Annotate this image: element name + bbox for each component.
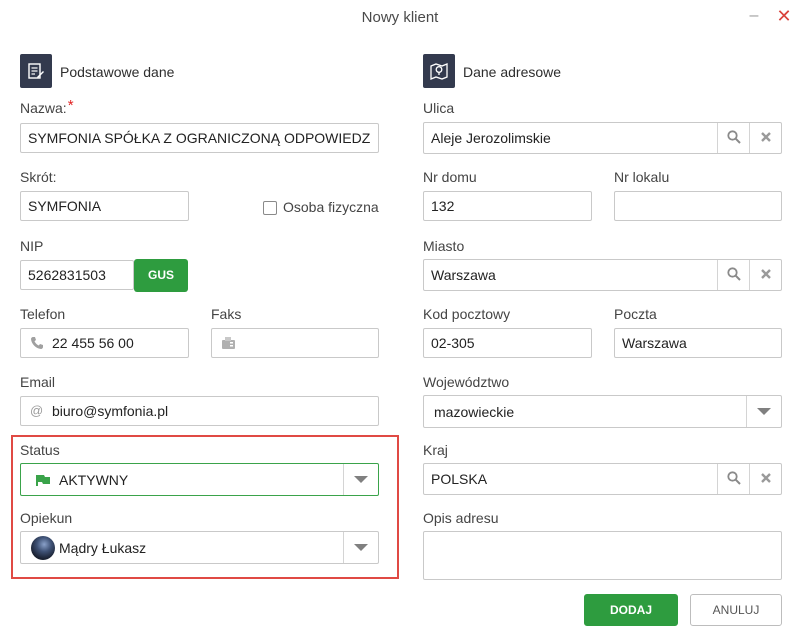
- guardian-value: Mądry Łukasz: [59, 540, 147, 556]
- city-clear-button[interactable]: [749, 260, 781, 290]
- fax-label: Faks: [211, 306, 242, 322]
- country-input[interactable]: [424, 464, 717, 494]
- flag-icon: [36, 475, 50, 486]
- voivodeship-dropdown[interactable]: mazowieckie: [423, 395, 782, 428]
- country-clear-button[interactable]: [749, 464, 781, 494]
- nip-field[interactable]: [20, 260, 134, 290]
- nip-label: NIP: [20, 238, 44, 254]
- status-label: Status: [20, 442, 60, 458]
- short-input[interactable]: [21, 192, 188, 220]
- post-office-field[interactable]: [614, 328, 782, 358]
- guardian-dropdown-toggle[interactable]: [343, 532, 378, 563]
- voivodeship-label: Województwo: [423, 374, 510, 390]
- search-icon: [727, 130, 741, 144]
- city-label: Miasto: [423, 238, 465, 254]
- street-clear-button[interactable]: [749, 123, 781, 153]
- apartment-no-field[interactable]: [614, 191, 782, 221]
- email-label: Email: [20, 374, 56, 390]
- required-asterisk: *: [67, 97, 74, 114]
- map-pin-icon: [423, 54, 455, 88]
- guardian-label: Opiekun: [20, 510, 73, 526]
- email-input[interactable]: [21, 397, 378, 425]
- name-label-text: Nazwa:: [20, 100, 67, 116]
- address-description-input[interactable]: [423, 531, 782, 580]
- country-field[interactable]: [423, 463, 782, 495]
- fax-field[interactable]: [211, 328, 379, 358]
- search-icon: [727, 267, 741, 281]
- minimize-button[interactable]: –: [744, 6, 764, 26]
- close-icon: [761, 132, 771, 142]
- phone-input[interactable]: [21, 329, 188, 357]
- guardian-dropdown[interactable]: Mądry Łukasz: [20, 531, 379, 564]
- checkbox-box[interactable]: [263, 201, 277, 215]
- postal-code-input[interactable]: [424, 329, 591, 357]
- post-office-label: Poczta: [614, 306, 657, 322]
- apartment-no-input[interactable]: [615, 192, 781, 220]
- postal-code-field[interactable]: [423, 328, 592, 358]
- apartment-no-label: Nr lokalu: [614, 169, 670, 185]
- name-label: Nazwa:*: [20, 97, 74, 117]
- email-field[interactable]: @: [20, 396, 379, 426]
- chevron-down-icon: [354, 544, 368, 551]
- fax-input[interactable]: [212, 329, 378, 357]
- house-no-label: Nr domu: [423, 169, 477, 185]
- name-input[interactable]: [21, 124, 378, 152]
- section-basic-header: Podstawowe dane: [20, 54, 220, 88]
- country-label: Kraj: [423, 442, 448, 458]
- search-icon: [727, 471, 741, 485]
- street-search-button[interactable]: [717, 123, 750, 153]
- section-address-title: Dane adresowe: [463, 64, 562, 80]
- cancel-button[interactable]: ANULUJ: [690, 594, 782, 626]
- chevron-down-icon: [757, 408, 771, 415]
- postal-code-label: Kod pocztowy: [423, 306, 511, 322]
- natural-person-checkbox[interactable]: Osoba fizyczna: [263, 199, 383, 217]
- close-button[interactable]: ✕: [774, 6, 794, 26]
- document-edit-icon: [20, 54, 52, 88]
- gus-button[interactable]: GUS: [134, 259, 188, 292]
- close-icon: [761, 269, 771, 279]
- status-dropdown-toggle[interactable]: [343, 464, 378, 495]
- street-label: Ulica: [423, 100, 455, 116]
- post-office-input[interactable]: [615, 329, 781, 357]
- house-no-input[interactable]: [424, 192, 591, 220]
- voivodeship-dropdown-toggle[interactable]: [746, 396, 781, 427]
- house-no-field[interactable]: [423, 191, 592, 221]
- window-title: Nowy klient: [361, 9, 439, 26]
- country-search-button[interactable]: [717, 464, 750, 494]
- natural-person-label: Osoba fizyczna: [283, 199, 379, 215]
- section-basic-title: Podstawowe dane: [60, 64, 175, 80]
- nip-input[interactable]: [21, 261, 133, 289]
- status-dropdown[interactable]: AKTYWNY: [20, 463, 379, 496]
- address-description-label: Opis adresu: [423, 510, 499, 526]
- window-titlebar: Nowy klient – ✕: [0, 0, 800, 34]
- avatar: [31, 536, 55, 560]
- chevron-down-icon: [354, 476, 368, 483]
- status-value: AKTYWNY: [59, 472, 129, 488]
- city-search-button[interactable]: [717, 260, 750, 290]
- city-field[interactable]: [423, 259, 782, 291]
- street-field[interactable]: [423, 122, 782, 154]
- close-icon: [761, 473, 771, 483]
- phone-label: Telefon: [20, 306, 66, 322]
- short-field[interactable]: [20, 191, 189, 221]
- voivodeship-value: mazowieckie: [434, 404, 515, 420]
- street-input[interactable]: [424, 123, 717, 153]
- city-input[interactable]: [424, 260, 717, 290]
- add-button[interactable]: DODAJ: [584, 594, 678, 626]
- short-label: Skrót:: [20, 169, 57, 185]
- name-field[interactable]: [20, 123, 379, 153]
- section-address-header: Dane adresowe: [423, 54, 623, 88]
- phone-field[interactable]: [20, 328, 189, 358]
